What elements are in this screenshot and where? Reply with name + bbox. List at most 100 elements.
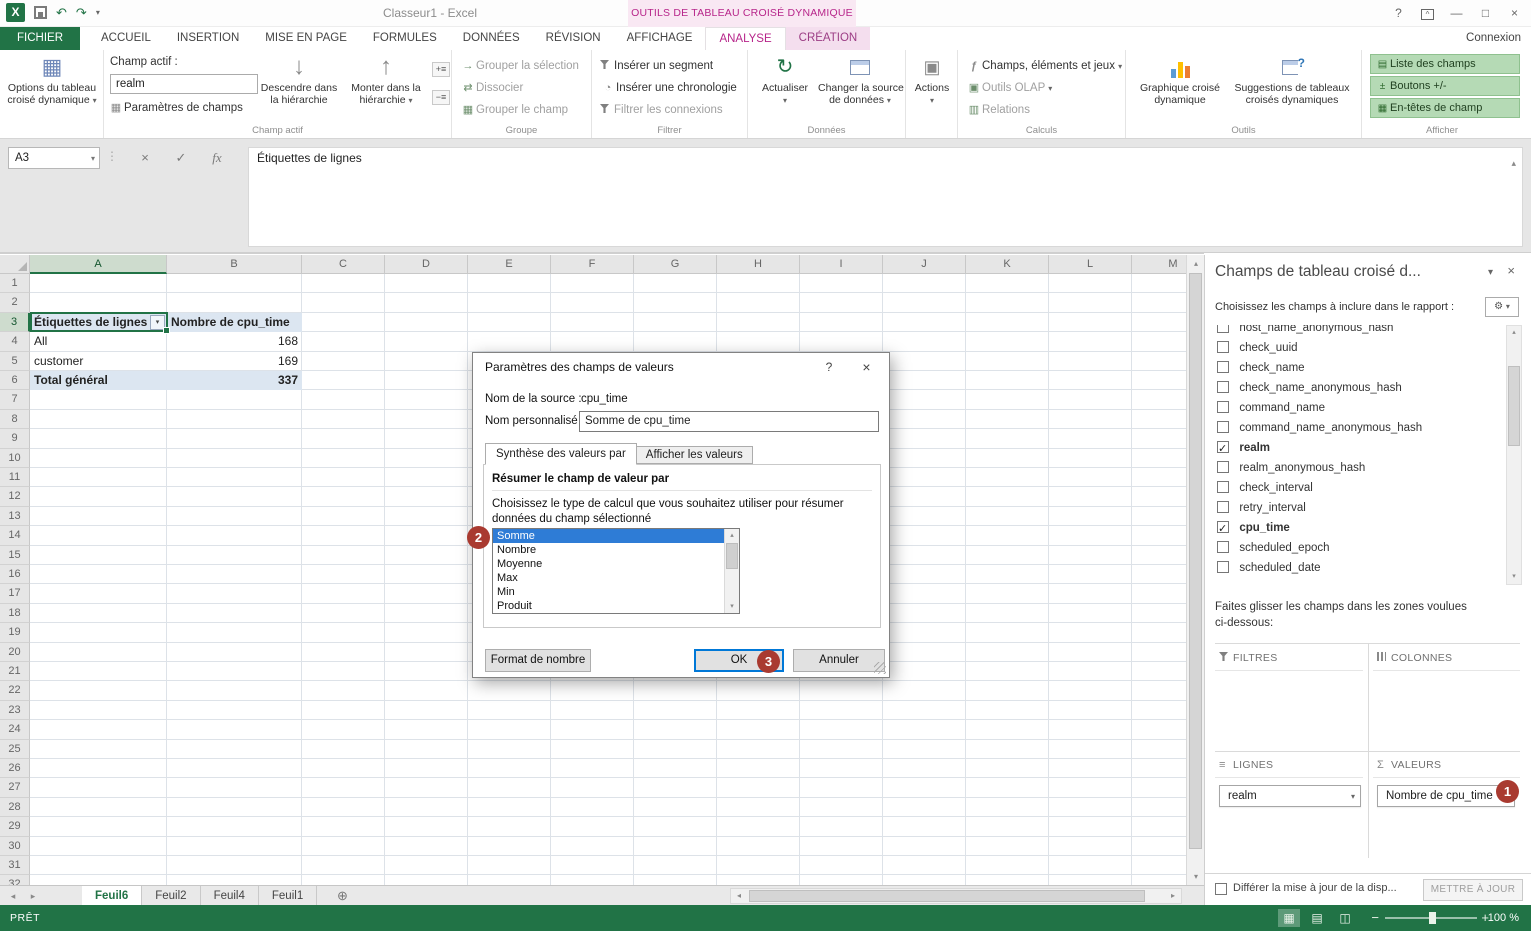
row-header-10[interactable]: 10 xyxy=(0,449,30,468)
zoom-out-icon[interactable]: − xyxy=(1371,905,1379,931)
row-header-26[interactable]: 26 xyxy=(0,759,30,778)
new-sheet-icon[interactable]: ⊕ xyxy=(337,886,348,906)
expand-field-button[interactable]: +≡ xyxy=(432,62,450,77)
row-header-15[interactable]: 15 xyxy=(0,546,30,565)
row-header-2[interactable]: 2 xyxy=(0,293,30,312)
aggregation-option[interactable]: Moyenne xyxy=(493,557,739,571)
column-header-B[interactable]: B xyxy=(167,255,302,274)
insert-timeline-button[interactable]: ◔Insérer une chronologie xyxy=(600,78,737,98)
formula-bar-splitter[interactable]: ⋮ xyxy=(106,149,118,163)
field-checkbox[interactable] xyxy=(1217,341,1229,353)
cell-B5[interactable]: 169 xyxy=(167,352,302,371)
active-field-input[interactable]: realm xyxy=(110,74,258,94)
row-header-5[interactable]: 5 xyxy=(0,352,30,371)
sheet-nav-right-icon[interactable]: ▸ xyxy=(24,886,42,906)
pane-close-icon[interactable]: × xyxy=(1507,263,1515,278)
field-list-toggle-button[interactable]: ▤Liste des champs xyxy=(1370,54,1520,74)
column-header-D[interactable]: D xyxy=(385,255,468,274)
row-header-17[interactable]: 17 xyxy=(0,584,30,603)
page-layout-view-icon[interactable]: ▤ xyxy=(1306,909,1328,927)
connexion-label[interactable]: Connexion xyxy=(1466,27,1521,50)
close-icon[interactable]: × xyxy=(1500,0,1529,27)
field-checkbox[interactable] xyxy=(1217,325,1229,333)
field-item[interactable]: scheduled_date xyxy=(1205,557,1505,577)
column-header-L[interactable]: L xyxy=(1049,255,1132,274)
column-header-I[interactable]: I xyxy=(800,255,883,274)
row-header-29[interactable]: 29 xyxy=(0,817,30,836)
plus-minus-buttons-toggle[interactable]: ±Boutons +/- xyxy=(1370,76,1520,96)
row-header-12[interactable]: 12 xyxy=(0,487,30,506)
aggregation-listbox[interactable]: Somme Nombre Moyenne Max Min Produit ▴ xyxy=(492,528,740,614)
field-checkbox[interactable] xyxy=(1217,541,1229,553)
row-header-28[interactable]: 28 xyxy=(0,798,30,817)
collapse-formula-bar-icon[interactable]: ▴ xyxy=(1511,158,1516,169)
row-header-13[interactable]: 13 xyxy=(0,507,30,526)
cancel-button[interactable]: Annuler xyxy=(793,649,885,672)
column-header-J[interactable]: J xyxy=(883,255,966,274)
ribbon-tab[interactable]: AFFICHAGE xyxy=(614,27,706,50)
row-header-8[interactable]: 8 xyxy=(0,410,30,429)
undo-icon[interactable]: ↶ xyxy=(56,5,67,21)
row-header-14[interactable]: 14 xyxy=(0,526,30,545)
ribbon-tab[interactable]: CRÉATION xyxy=(786,27,871,50)
recommended-pivottables-button[interactable]: Suggestions de tableaux croisés dynamiqu… xyxy=(1228,52,1356,122)
group-selection-button[interactable]: →Grouper la sélection xyxy=(460,56,579,76)
row-header-19[interactable]: 19 xyxy=(0,623,30,642)
field-checkbox[interactable] xyxy=(1217,521,1229,533)
row-header-16[interactable]: 16 xyxy=(0,565,30,584)
field-item[interactable]: realm_anonymous_hash xyxy=(1205,457,1505,477)
actions-button[interactable]: ▣ Actions ▾ xyxy=(910,52,954,122)
row-header-18[interactable]: 18 xyxy=(0,604,30,623)
pivottable-options-button[interactable]: ▦ Options du tableau croisé dynamique ▾ xyxy=(6,52,98,122)
filter-dropdown-icon[interactable]: ▾ xyxy=(150,315,165,330)
formula-input[interactable]: Étiquettes de lignes ▴ xyxy=(248,147,1523,247)
horizontal-scrollbar-thumb[interactable] xyxy=(749,890,1145,902)
enter-entry-icon[interactable]: ✓ xyxy=(166,147,196,169)
field-headers-toggle[interactable]: ▦En-têtes de champ xyxy=(1370,98,1520,118)
sheet-tab[interactable]: Feuil1 xyxy=(259,886,317,906)
minimize-icon[interactable]: — xyxy=(1442,0,1471,27)
cell-B3[interactable]: Nombre de cpu_time xyxy=(167,313,302,332)
vertical-scrollbar[interactable]: ▴ ▾ xyxy=(1186,255,1204,885)
row-header-31[interactable]: 31 xyxy=(0,856,30,875)
change-data-source-button[interactable]: Changer la source de données ▾ xyxy=(818,52,902,122)
page-break-view-icon[interactable]: ◫ xyxy=(1334,909,1356,927)
ribbon-display-options-icon[interactable]: ^ xyxy=(1413,0,1442,27)
dialog-resize-grip[interactable] xyxy=(874,662,886,674)
aggregation-option[interactable]: Nombre xyxy=(493,543,739,557)
redo-icon[interactable]: ↷ xyxy=(76,5,87,21)
scroll-up-icon[interactable]: ▴ xyxy=(1187,255,1205,272)
field-item[interactable]: retry_interval xyxy=(1205,497,1505,517)
column-header-F[interactable]: F xyxy=(551,255,634,274)
field-item[interactable]: check_name xyxy=(1205,357,1505,377)
row-header-30[interactable]: 30 xyxy=(0,837,30,856)
ribbon-tab[interactable]: RÉVISION xyxy=(533,27,614,50)
defer-layout-checkbox[interactable] xyxy=(1215,883,1227,895)
refresh-button[interactable]: ↻ Actualiser ▾ xyxy=(756,52,814,122)
listbox-scrollbar-thumb[interactable] xyxy=(726,543,738,569)
aggregation-option[interactable]: Min xyxy=(493,585,739,599)
tab-show-values-as[interactable]: Afficher les valeurs xyxy=(637,446,753,464)
ribbon-tab[interactable]: INSERTION xyxy=(164,27,252,50)
vertical-scrollbar-thumb[interactable] xyxy=(1189,273,1202,849)
customize-qat-icon[interactable]: ▾ xyxy=(96,8,100,17)
field-item[interactable]: command_name xyxy=(1205,397,1505,417)
row-header-32[interactable]: 32 xyxy=(0,875,30,885)
ribbon-tab[interactable]: ACCUEIL xyxy=(88,27,164,50)
scroll-down-icon[interactable]: ▾ xyxy=(1507,570,1521,584)
field-item[interactable]: scheduled_epoch xyxy=(1205,537,1505,557)
save-icon[interactable] xyxy=(34,6,47,19)
row-header-23[interactable]: 23 xyxy=(0,701,30,720)
ungroup-button[interactable]: ⇄Dissocier xyxy=(460,78,523,98)
row-header-24[interactable]: 24 xyxy=(0,720,30,739)
field-settings-button[interactable]: ▦Paramètres de champs xyxy=(108,98,243,118)
name-box-dropdown-icon[interactable]: ▾ xyxy=(91,148,95,170)
row-header-3[interactable]: 3 xyxy=(0,313,30,332)
column-header-M[interactable]: M xyxy=(1132,255,1186,274)
ribbon-tab[interactable]: ANALYSE xyxy=(705,27,785,50)
pane-options-icon[interactable]: ▾ xyxy=(1488,267,1493,278)
scroll-up-icon[interactable]: ▴ xyxy=(1507,326,1521,340)
rows-field-pill[interactable]: realm ▾ xyxy=(1219,785,1361,807)
column-header-H[interactable]: H xyxy=(717,255,800,274)
field-item[interactable]: check_uuid xyxy=(1205,337,1505,357)
